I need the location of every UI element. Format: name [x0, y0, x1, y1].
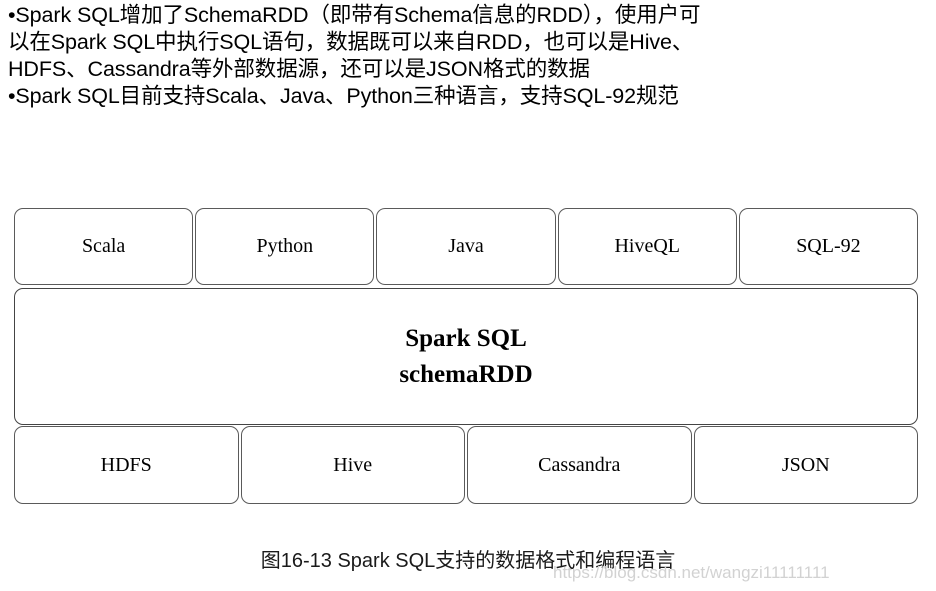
diagram-node-hdfs: HDFS	[14, 426, 239, 504]
bullet-text-block: •Spark SQL增加了SchemaRDD（即带有Schema信息的RDD），…	[8, 2, 928, 110]
datasource-layer-row: HDFS Hive Cassandra JSON	[14, 426, 918, 504]
spark-sql-architecture-diagram: Scala Python Java HiveQL SQL-92 Spark SQ…	[14, 208, 919, 511]
diagram-node-hive: Hive	[240, 426, 465, 504]
core-title-line2: schemaRDD	[399, 360, 533, 388]
bullet-line-3: HDFS、Cassandra等外部数据源，还可以是JSON格式的数据	[8, 57, 590, 81]
diagram-node-json: JSON	[693, 426, 918, 504]
diagram-node-sql92: SQL-92	[738, 208, 919, 285]
bullet-line-2: 以在Spark SQL中执行SQL语句，数据既可以来自RDD，也可以是Hive、	[8, 30, 694, 54]
language-layer-row: Scala Python Java HiveQL SQL-92	[14, 208, 919, 285]
diagram-node-scala: Scala	[14, 208, 194, 285]
core-title-line1: Spark SQL	[405, 324, 527, 352]
diagram-node-cassandra: Cassandra	[467, 426, 692, 504]
diagram-node-hiveql: HiveQL	[557, 208, 737, 285]
diagram-node-spark-sql-core: Spark SQL schemaRDD	[14, 288, 918, 425]
diagram-node-python: Python	[195, 208, 375, 285]
figure-caption: 图16-13 Spark SQL支持的数据格式和编程语言	[260, 550, 676, 572]
bullet-line-4: •Spark SQL目前支持Scala、Java、Python三种语言，支持SQ…	[8, 84, 679, 108]
diagram-node-java: Java	[376, 208, 556, 285]
bullet-line-1: •Spark SQL增加了SchemaRDD（即带有Schema信息的RDD），…	[8, 3, 701, 27]
